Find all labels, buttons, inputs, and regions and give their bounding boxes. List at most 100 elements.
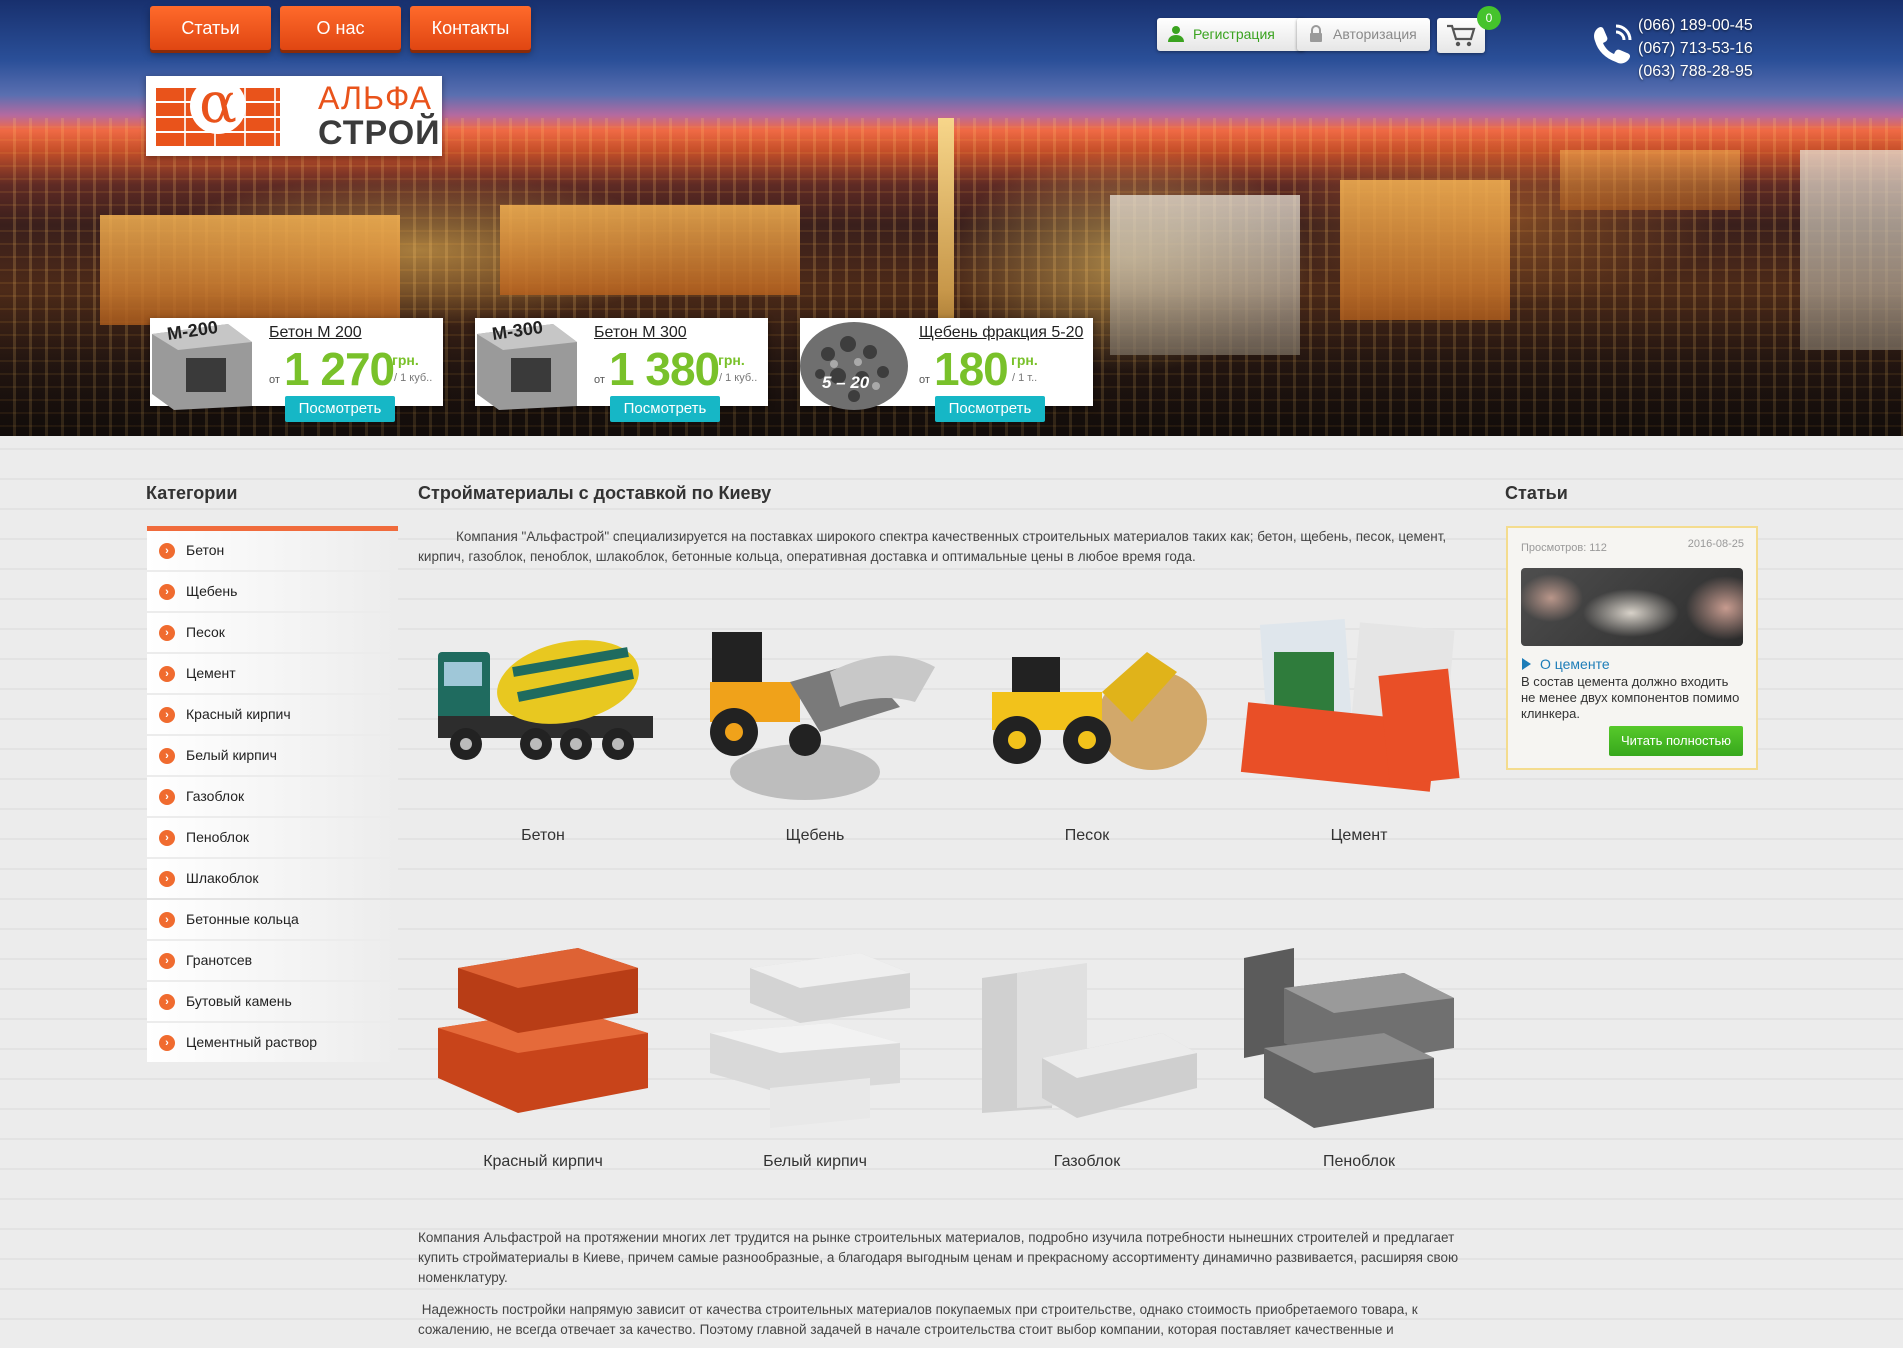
promo-title[interactable]: Бетон М 200 — [269, 324, 362, 342]
promo-title[interactable]: Щебень фракция 5-20 — [919, 324, 1083, 342]
phone-list: (066) 189-00-45 (067) 713-53-16 (063) 78… — [1638, 14, 1753, 83]
chevron-right-icon: › — [159, 871, 175, 887]
product-name: Пеноблок — [1323, 1153, 1395, 1170]
product-name: Щебень — [785, 827, 845, 844]
promo-title[interactable]: Бетон М 300 — [594, 324, 687, 342]
site-logo[interactable]: α АЛЬФА СТРОЙ — [146, 76, 442, 156]
chevron-right-icon: › — [159, 912, 175, 928]
promo-from: от — [269, 374, 280, 386]
chevron-right-icon: › — [159, 994, 175, 1010]
promo-price: 1 270 — [284, 343, 395, 395]
gas-block-image — [982, 963, 1197, 1118]
phone-3[interactable]: (063) 788-28-95 — [1638, 60, 1753, 83]
product-name: Газоблок — [1053, 1153, 1121, 1170]
logo-alpha-symbol: α — [190, 76, 246, 134]
category-item[interactable]: › Цементный раствор — [147, 1023, 398, 1062]
promo-view-button[interactable]: Посмотреть — [285, 396, 395, 422]
chevron-right-icon: › — [159, 584, 175, 600]
category-item[interactable]: › Цемент — [147, 654, 398, 693]
category-item[interactable]: › Бетон — [147, 531, 398, 570]
cart-icon — [1447, 24, 1476, 47]
promo-badge: 5 – 20 — [822, 373, 870, 392]
read-more-button[interactable]: Читать полностью — [1609, 726, 1743, 756]
category-list: › Бетон › Щебень › Песок › Цемент › Красный к… — [147, 526, 398, 1064]
chevron-right-icon: › — [159, 543, 175, 559]
logo-line2: СТРОЙ — [318, 114, 441, 152]
category-label: Красный кирпич — [186, 706, 291, 722]
nav-about[interactable]: О нас — [280, 6, 401, 50]
phone-1[interactable]: (066) 189-00-45 — [1638, 14, 1753, 37]
category-item[interactable]: › Бутовый камень — [147, 982, 398, 1021]
category-item[interactable]: › Песок — [147, 613, 398, 652]
category-item[interactable]: › Гранотсев — [147, 941, 398, 980]
article-excerpt: В состав цемента должно входить не менее… — [1521, 674, 1740, 721]
nav-articles[interactable]: Статьи — [150, 6, 271, 50]
product-card[interactable]: Газоблок — [962, 938, 1212, 1171]
cement-bags-image — [1240, 619, 1460, 792]
sidebar-title: Категории — [146, 483, 238, 503]
article-views: Просмотров: 112 — [1521, 542, 1607, 554]
category-label: Бетонные кольца — [186, 911, 299, 927]
page-title: Стройматериалы с доставкой по Киеву — [418, 483, 772, 503]
loader-gravel-image — [710, 632, 935, 800]
register-label: Регистрация — [1193, 26, 1275, 42]
category-item[interactable]: › Щебень — [147, 572, 398, 611]
category-item[interactable]: › Белый кирпич — [147, 736, 398, 775]
building — [500, 205, 800, 295]
login-button[interactable]: Авторизация — [1297, 18, 1430, 51]
category-item[interactable]: › Пеноблок — [147, 818, 398, 857]
product-name: Песок — [1064, 827, 1110, 844]
product-card[interactable]: Бетон — [418, 612, 668, 845]
promo-view-button[interactable]: Посмотреть — [610, 396, 720, 422]
category-label: Газоблок — [186, 788, 245, 804]
product-card[interactable]: Щебень — [690, 612, 940, 845]
promo-unit: / 1 т.. — [1012, 372, 1038, 384]
category-label: Бетон — [186, 542, 225, 558]
lock-icon — [1310, 25, 1322, 42]
product-card[interactable]: Песок — [962, 612, 1212, 845]
register-button[interactable]: Регистрация — [1157, 18, 1305, 51]
product-card[interactable]: Пеноблок — [1234, 938, 1484, 1171]
promo-price: 180 — [934, 343, 1009, 395]
chevron-right-icon: › — [159, 625, 175, 641]
concrete-block-image: М-300 — [477, 317, 577, 410]
foam-block-image — [1244, 948, 1454, 1128]
product-name: Красный кирпич — [483, 1153, 603, 1170]
category-label: Белый кирпич — [186, 747, 277, 763]
category-item[interactable]: › Красный кирпич — [147, 695, 398, 734]
promo-card: М-300 Бетон М 300 от 1 380 грн. / 1 куб.… — [475, 317, 768, 422]
promo-unit: / 1 куб.. — [394, 372, 433, 384]
category-label: Щебень — [186, 583, 238, 599]
product-card[interactable]: Белый кирпич — [690, 938, 940, 1171]
phone-icon — [1594, 24, 1632, 64]
article-photo[interactable] — [1521, 568, 1743, 646]
chevron-right-icon: › — [159, 1035, 175, 1051]
promo-view-button[interactable]: Посмотреть — [935, 396, 1045, 422]
category-item[interactable]: › Газоблок — [147, 777, 398, 816]
concrete-block-image: М-200 — [152, 317, 252, 410]
category-label: Песок — [186, 624, 225, 640]
chevron-right-icon: › — [159, 707, 175, 723]
promo-from: от — [594, 374, 605, 386]
promo-unit: / 1 куб.. — [719, 372, 758, 384]
product-card[interactable]: Цемент — [1234, 612, 1484, 845]
top-nav: Статьи О нас Контакты — [150, 6, 531, 50]
white-brick-image — [710, 953, 910, 1128]
product-card[interactable]: Красный кирпич — [418, 938, 668, 1171]
phone-2[interactable]: (067) 713-53-16 — [1638, 37, 1753, 60]
category-label: Шлакоблок — [186, 870, 259, 886]
nav-contacts[interactable]: Контакты — [410, 6, 531, 50]
category-item[interactable]: › Шлакоблок — [147, 859, 398, 898]
promo-from: от — [919, 374, 930, 386]
promo-price: 1 380 — [609, 343, 720, 395]
description-paragraph: Надежность постройки напрямую зависит от… — [418, 1302, 1422, 1337]
concrete-mixer-image — [438, 640, 653, 760]
article-link[interactable]: О цементе — [1522, 656, 1610, 672]
chevron-right-icon: › — [159, 830, 175, 846]
cart-button[interactable]: 0 — [1437, 6, 1501, 53]
chevron-right-icon: › — [159, 789, 175, 805]
product-name: Белый кирпич — [763, 1153, 867, 1170]
cart-count-badge: 0 — [1477, 6, 1501, 30]
category-item[interactable]: › Бетонные кольца — [147, 900, 398, 939]
article-card: Просмотров: 112 2016-08-25 О цементе В с… — [1506, 526, 1758, 770]
